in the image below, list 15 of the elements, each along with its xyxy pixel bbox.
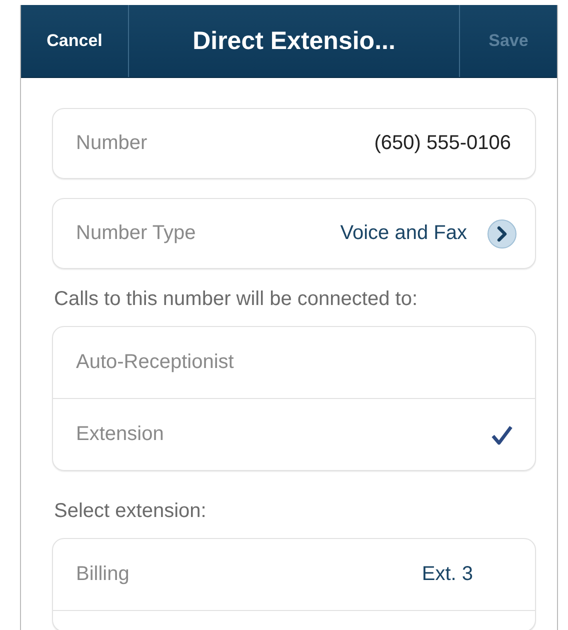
cancel-button[interactable]: Cancel [21, 5, 129, 77]
chevron-right-icon[interactable] [487, 218, 517, 248]
option-label: Extension [76, 423, 165, 446]
field-value: Voice and Fax [340, 222, 467, 245]
section-caption: Calls to this number will be connected to: [54, 288, 419, 311]
directory-entry[interactable]: Billing Ext. 3 [53, 539, 535, 610]
screen-title: Direct Extensio... [192, 26, 396, 56]
field-value: (650) 555-0106 [374, 132, 511, 155]
field-label: Number Type [76, 222, 197, 245]
extension-number: Ext. 3 [422, 563, 473, 586]
extension-name: Billing [76, 563, 130, 586]
option-label: Auto-Receptionist [76, 351, 235, 374]
field-label: Number [76, 132, 148, 155]
form-row[interactable]: Number Type Voice and Fax [52, 198, 536, 269]
section-caption: Select extension: [54, 500, 208, 523]
